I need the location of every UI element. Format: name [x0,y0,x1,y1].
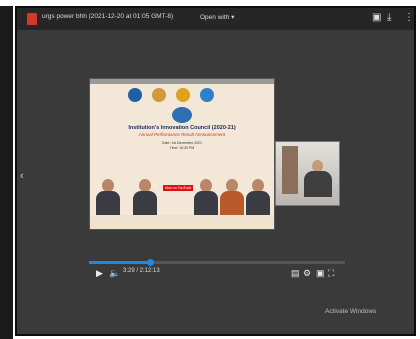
council-logo-icon [128,88,142,102]
time-display: 3:29 / 2:12:13 [123,268,160,274]
volume-icon[interactable]: 🔈 [109,268,120,278]
open-with-button[interactable]: Open with ▾ [200,13,234,21]
iic-logo-icon [172,107,192,123]
settings-gear-icon[interactable]: ⚙ [303,268,311,278]
slide-footer-strip [90,215,274,229]
fullscreen-icon[interactable]: ⛶ [328,268,334,278]
drive-video-viewer-window: urgs power bhh (2021-12-20 at 01:05 GMT-… [15,6,416,336]
more-options-icon[interactable]: ⋮ [404,12,414,24]
download-icon[interactable]: ⤓ [387,12,391,24]
activate-windows-watermark: Activate Windows [325,308,377,315]
video-progress-bar[interactable] [89,259,345,266]
mic-logo-icon [176,88,190,102]
slide-date: Date: 1st December 2021 [162,141,202,145]
play-icon[interactable]: ▶ [96,268,103,278]
presentation-slide: Institution's Innovation Council (2020-2… [89,78,275,230]
slide-time: Time: 10:30 PM [169,146,195,150]
slide-browser-bar [90,79,274,84]
participant-body [304,171,332,197]
captions-icon[interactable]: ▤ [291,268,300,278]
progress-fill [89,261,151,264]
speaker-photo [220,179,244,215]
speaker-photo [133,179,157,215]
ministry-emblem-icon [152,88,166,102]
add-to-drive-icon[interactable]: ▣ [372,12,381,24]
miniplayer-icon[interactable]: ▣ [316,268,325,278]
aicte-logo-icon [200,88,214,102]
file-title: urgs power bhh (2021-12-20 at 01:05 GMT-… [42,13,174,20]
slide-title: Institution's Innovation Council (2020-2… [128,125,236,131]
video-file-icon [27,13,37,25]
previous-file-chevron-icon[interactable]: ‹ [20,170,24,182]
speaker-photo [246,179,270,215]
left-edge-bar [0,6,13,339]
speaker-photo [194,179,218,215]
viewer-top-bar: urgs power bhh (2021-12-20 at 01:05 GMT-… [17,8,414,30]
youtube-live-badge: Also on YouTube [163,185,194,191]
participant-webcam-tile [275,141,340,206]
slide-subtitle: Annual Performance Result Announcement [138,132,226,137]
slide-logo-row [128,88,238,104]
video-area[interactable]: ‹ Institution's Innovation Council (2020… [17,30,414,334]
speaker-photo [96,179,120,215]
